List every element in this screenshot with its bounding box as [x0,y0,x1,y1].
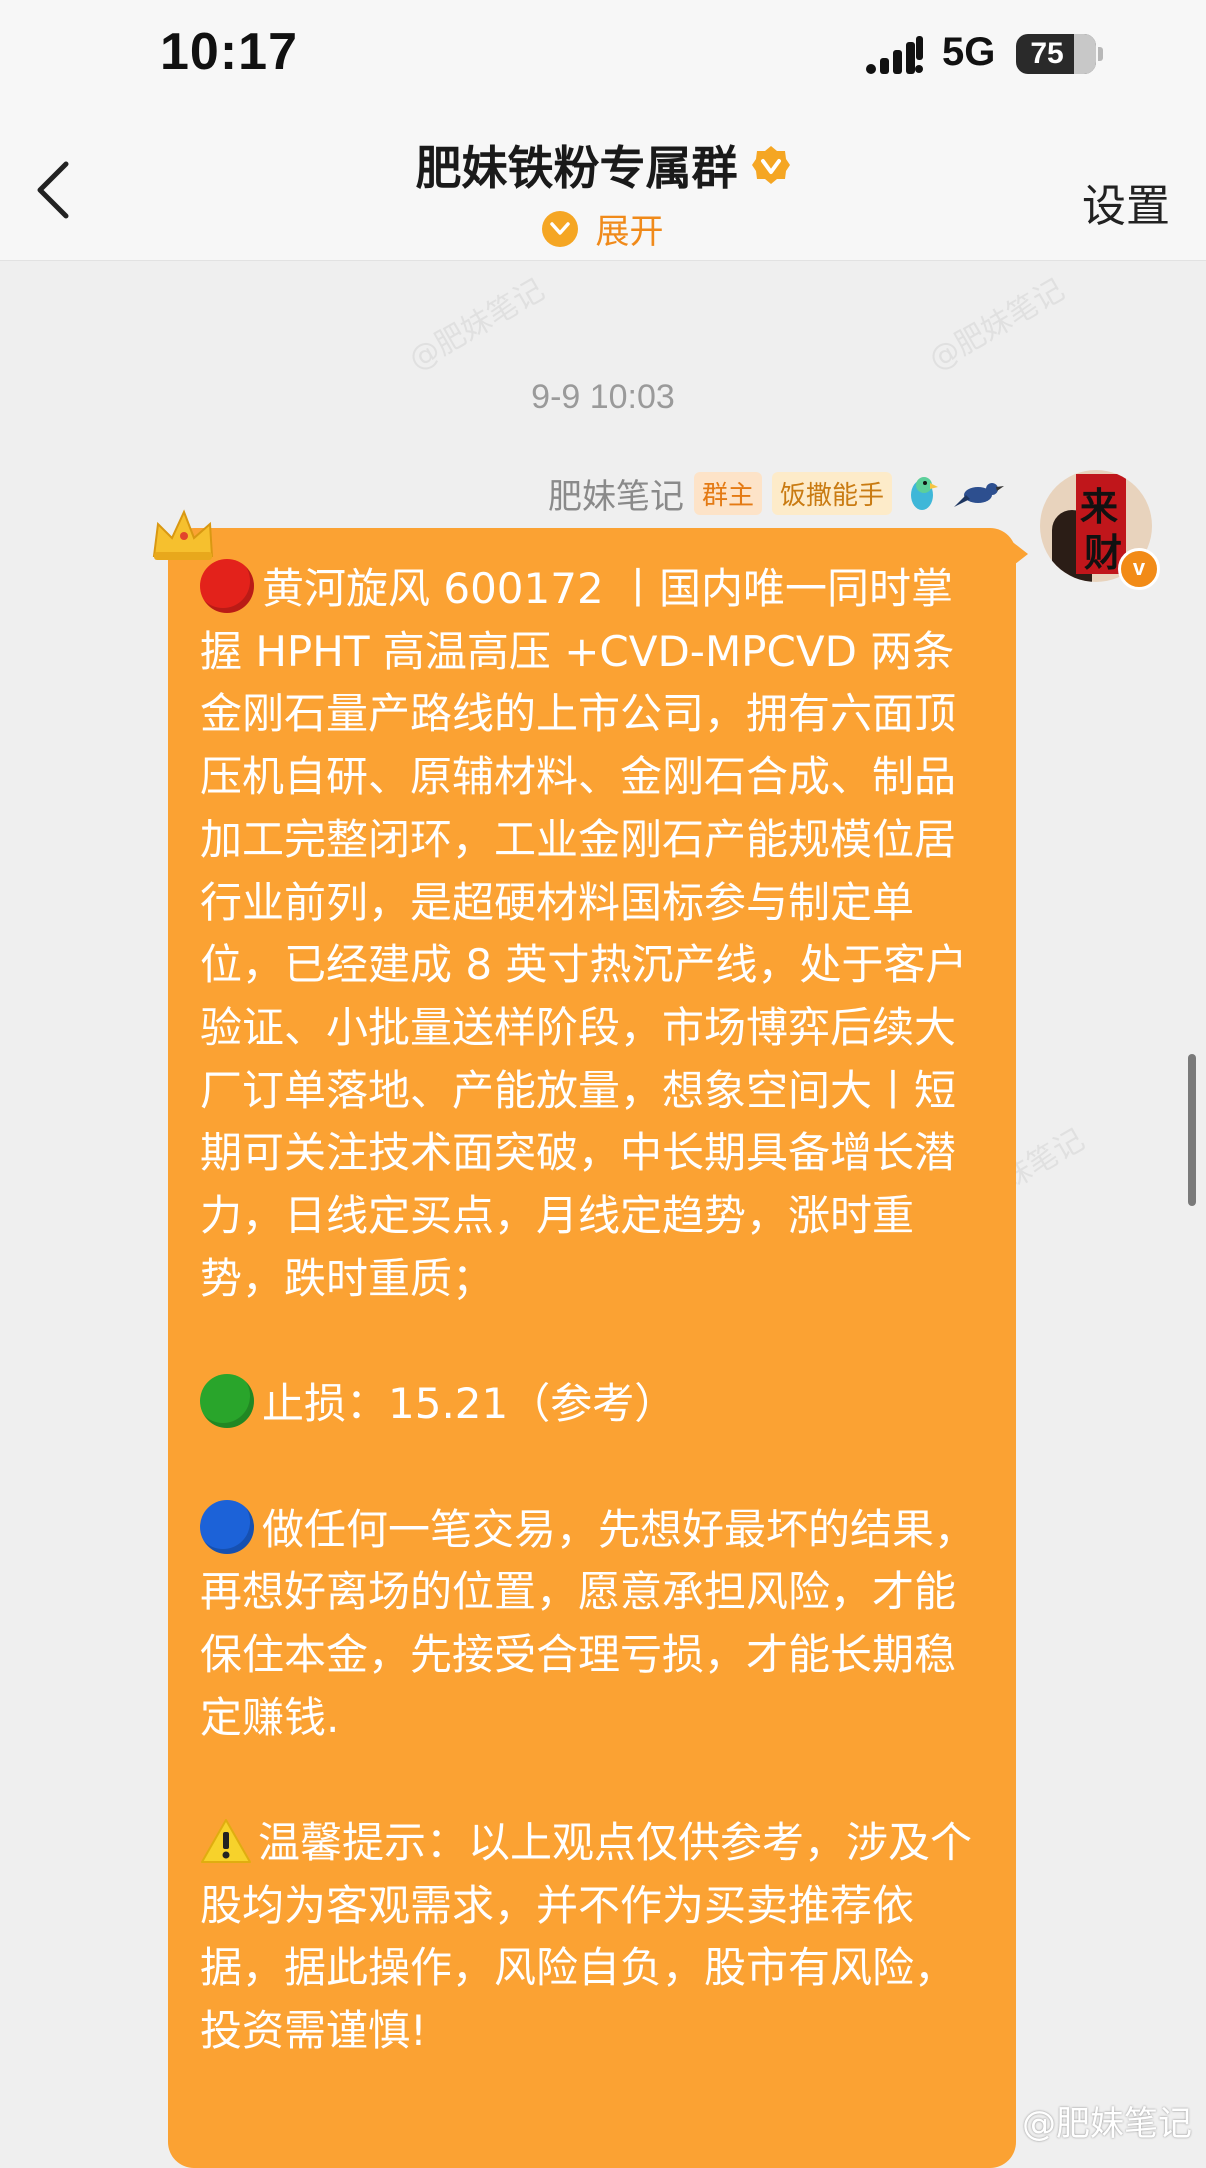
sender-row: 肥妹笔记 群主 饭撒能手 [548,468,1006,518]
message-paragraph: 做任何一笔交易，先想好最坏的结果，再想好离场的位置，愿意承担风险，才能保住本金，… [200,1499,990,1750]
owner-badge: 群主 [693,471,762,515]
watermark-pattern: @肥妹笔记 [403,272,551,378]
sender-name[interactable]: 肥妹笔记 [548,469,684,518]
fan-badge: 饭撒能手 [771,471,892,515]
message-paragraph: 黄河旋风 600172 丨国内唯一同时掌握 HPHT 高温高压 +CVD-MPC… [200,558,990,1310]
chat-header: 肥妹铁粉专属群 展开 设置 [0,110,1206,261]
battery-icon: 75 [1016,34,1096,74]
crown-icon [152,509,214,560]
expand-toggle[interactable]: 展开 [0,204,1206,253]
bird-icon [954,483,1004,507]
scrollbar[interactable] [1188,1054,1196,1206]
red-circle-icon [200,559,254,613]
title-row: 肥妹铁粉专属群 [0,132,1206,198]
battery-level: 75 [1030,37,1064,70]
green-circle-icon [200,1374,254,1429]
group-title: 肥妹铁粉专属群 [415,141,738,195]
bubble-tail [1010,540,1028,568]
message-timestamp: 9-9 10:03 [531,378,675,416]
settings-button[interactable]: 设置 [1082,170,1170,234]
message-text: 黄河旋风 600172 丨国内唯一同时掌握 HPHT 高温高压 +CVD-MPC… [200,558,990,2063]
chevron-down-icon [542,210,579,247]
avatar-char-2: 财 [1084,530,1123,575]
parrot-icon [911,477,938,510]
status-time: 10:17 [160,23,298,81]
warning-icon [201,1819,251,1864]
watermark: @肥妹笔记 [1022,2104,1192,2144]
battery-nub [1098,47,1103,61]
verified-badge-icon [751,146,790,184]
verified-mark-icon: v [1118,548,1160,590]
network-type: 5G [942,30,996,74]
message-paragraph: 温馨提示：以上观点仅供参考，涉及个股均为客观需求，并不作为买卖推荐依据，据此操作… [200,1818,973,2056]
message-paragraph: 止损：15.21（参考） [200,1373,990,1436]
blue-circle-icon [200,1499,254,1554]
watermark-pattern: @肥妹笔记 [923,272,1071,378]
status-bar: 10:17 5G 75 [0,0,1206,110]
expand-label: 展开 [595,212,664,252]
signal-icon [866,36,923,74]
